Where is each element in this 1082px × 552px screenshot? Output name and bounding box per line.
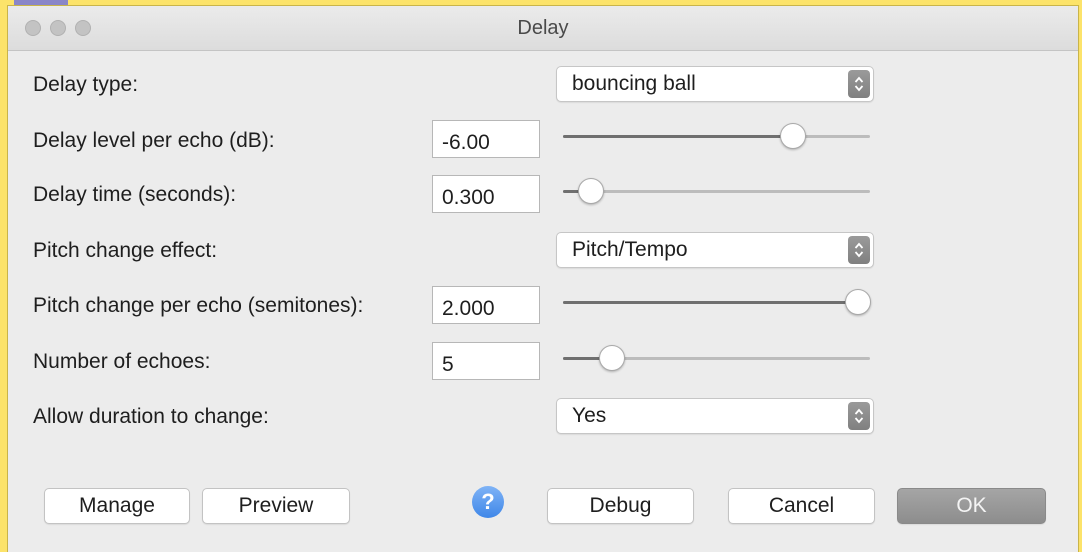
slider-track: [563, 190, 870, 193]
delay-time-slider[interactable]: [563, 177, 870, 207]
allow-duration-label: Allow duration to change:: [33, 405, 269, 428]
up-down-chevron-icon: [848, 402, 870, 430]
allow-duration-value: Yes: [572, 404, 607, 427]
number-of-echoes-slider[interactable]: [563, 344, 870, 374]
number-of-echoes-input[interactable]: [432, 342, 540, 380]
allow-duration-select[interactable]: Yes: [556, 398, 874, 434]
delay-time-input[interactable]: [432, 175, 540, 213]
slider-thumb[interactable]: [780, 123, 806, 149]
delay-type-value: bouncing ball: [572, 72, 696, 95]
up-down-chevron-icon: [848, 70, 870, 98]
slider-fill: [563, 301, 858, 304]
title-bar[interactable]: Delay: [8, 6, 1078, 51]
slider-thumb[interactable]: [578, 178, 604, 204]
delay-level-slider[interactable]: [563, 122, 870, 152]
ok-button[interactable]: OK: [897, 488, 1046, 524]
debug-button[interactable]: Debug: [547, 488, 694, 524]
delay-type-label: Delay type:: [33, 73, 139, 96]
delay-level-input[interactable]: [432, 120, 540, 158]
pitch-change-per-echo-slider[interactable]: [563, 288, 871, 318]
delay-level-label: Delay level per echo (dB):: [33, 129, 275, 152]
up-down-chevron-icon: [848, 236, 870, 264]
delay-type-select[interactable]: bouncing ball: [556, 66, 874, 102]
window-title: Delay: [517, 17, 569, 39]
slider-thumb[interactable]: [845, 289, 871, 315]
cancel-button[interactable]: Cancel: [728, 488, 875, 524]
slider-thumb[interactable]: [599, 345, 625, 371]
number-of-echoes-label: Number of echoes:: [33, 350, 211, 373]
pitch-change-per-echo-label: Pitch change per echo (semitones):: [33, 294, 364, 317]
slider-fill: [563, 135, 793, 138]
pitch-change-effect-label: Pitch change effect:: [33, 239, 218, 262]
question-mark-icon[interactable]: ?: [472, 486, 504, 518]
pitch-change-per-echo-input[interactable]: [432, 286, 540, 324]
delay-time-label: Delay time (seconds):: [33, 183, 237, 206]
pitch-change-effect-select[interactable]: Pitch/Tempo: [556, 232, 874, 268]
manage-button[interactable]: Manage: [44, 488, 190, 524]
delay-dialog: Delay Delay type: bouncing ball Delay le…: [8, 6, 1078, 552]
preview-button[interactable]: Preview: [202, 488, 350, 524]
pitch-change-effect-value: Pitch/Tempo: [572, 238, 688, 261]
